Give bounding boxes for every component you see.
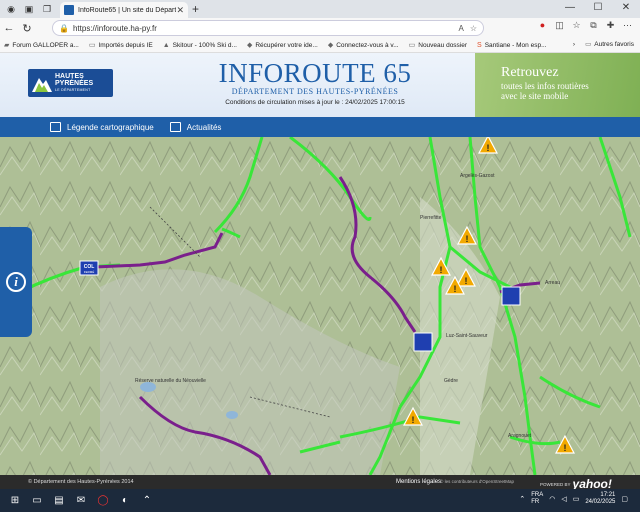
browser-tab-bar: ◉ ▣ ❐ InfoRoute65 | Un site du Départem … (0, 0, 640, 18)
bookmark-icon: ◆ (246, 42, 253, 49)
clock[interactable]: 17:21 24/02/2025 (585, 492, 615, 506)
site-title: INFOROUTE 65 (218, 58, 412, 88)
site-nav: Légende cartographique Actualités (0, 117, 640, 137)
extension-red-icon[interactable]: ● (534, 20, 551, 31)
folder-icon: ▭ (408, 42, 416, 49)
logo-text: HAUTES PYRÉNÉES LE DÉPARTEMENT (55, 72, 94, 92)
extensions-bar: ● ◫ ☆ ⧉ ✚ ⋯ (534, 20, 636, 31)
road-closure-marker[interactable] (501, 286, 521, 306)
collections-icon[interactable]: ⧉ (585, 20, 602, 31)
map-canvas[interactable]: ! Argelès-Gazost Pierrefitte (0, 137, 640, 475)
svg-text:FERMÉ: FERMÉ (84, 269, 95, 274)
edge-icon[interactable]: ◐ (114, 492, 136, 510)
language-indicator[interactable]: FRA FR (531, 492, 543, 506)
site-footer: © Département des Hautes-Pyrénées 2014 M… (0, 475, 640, 491)
window-controls: — ☐ ✕ (556, 0, 640, 16)
folder-icon: ▭ (88, 42, 96, 49)
bookmark-icon: ▲ (162, 41, 170, 49)
calendar-icon (169, 122, 181, 132)
place-label: Réserve naturelle du Néouvielle (135, 378, 206, 384)
bookmark-icon: ▰ (4, 42, 10, 49)
app-icon[interactable]: ⌃ (136, 492, 158, 510)
place-label: Luz-Saint-Sauveur (446, 333, 488, 339)
close-window-icon[interactable]: ✕ (612, 0, 640, 16)
other-favorites[interactable]: › ▭ Autres favoris (573, 40, 634, 49)
refresh-icon[interactable]: ↻ (18, 22, 36, 35)
info-panel-toggle[interactable]: i (0, 227, 32, 337)
lake-shape (226, 411, 238, 419)
update-timestamp: Conditions de circulation mises à jour l… (225, 99, 405, 106)
folder-icon: ▭ (585, 41, 592, 48)
info-icon: i (6, 272, 26, 292)
chevron-right-icon[interactable]: › (573, 41, 575, 48)
bookmark-skitour[interactable]: ▲ Skitour - 100% Ski d... (163, 42, 237, 49)
battery-icon[interactable]: ▭ (573, 495, 580, 503)
lock-icon[interactable]: 🔒 (59, 24, 69, 33)
notification-icon[interactable]: ▢ (621, 495, 628, 503)
place-label: Pierrefitte (420, 215, 442, 221)
book-icon (50, 122, 61, 132)
windows-taskbar: ⊞ ▭ ▤ ✉ ◯ ◐ ⌃ ⌃ FRA FR ◠ ◁ ▭ 17:21 24/02/2… (0, 489, 640, 512)
site-favicon-icon (64, 5, 74, 15)
department-logo[interactable]: HAUTES PYRÉNÉES LE DÉPARTEMENT (28, 69, 113, 97)
bookmark-recuperer[interactable]: ◆ Récupérer votre ide... (246, 41, 318, 50)
settings-menu-icon[interactable]: ⋯ (619, 20, 636, 31)
new-tab-button[interactable]: + (192, 2, 199, 16)
site-branding: INFOROUTE 65 DÉPARTEMENT DES HAUTES-PYRÉ… (200, 58, 430, 106)
col-closed-marker[interactable]: COL FERMÉ (79, 260, 99, 276)
opera-icon[interactable]: ◯ (92, 492, 114, 510)
bookmark-icon: S (477, 41, 482, 49)
mountain-logo-icon (32, 78, 52, 92)
show-hidden-icons-icon[interactable]: ⌃ (519, 495, 525, 503)
close-tab-icon[interactable]: ✕ (176, 5, 184, 16)
place-label: Aragnouet (508, 433, 532, 439)
tab-actions-icon[interactable]: ❐ (40, 2, 54, 16)
road-map[interactable]: ! Argelès-Gazost Pierrefitte (0, 137, 640, 475)
mobile-site-promo[interactable]: Retrouvez toutes les infos routières ave… (475, 53, 640, 117)
volume-icon[interactable]: ◁ (561, 495, 566, 503)
site-header: HAUTES PYRÉNÉES LE DÉPARTEMENT INFOROUTE… (0, 53, 640, 117)
favorite-star-icon[interactable]: ☆ (470, 24, 477, 33)
bookmark-nouveau-dossier[interactable]: ▭ Nouveau dossier (408, 41, 467, 50)
bookmark-icon: ◆ (327, 42, 334, 49)
place-label: Gèdre (444, 378, 458, 384)
extensions-icon[interactable]: ✚ (602, 20, 619, 31)
address-bar[interactable]: 🔒 https://inforoute.ha-py.fr A ☆ (52, 20, 484, 36)
task-view-icon[interactable]: ▭ (26, 492, 48, 510)
file-explorer-icon[interactable]: ▤ (48, 492, 70, 510)
tab-title: InfoRoute65 | Un site du Départem (78, 6, 177, 14)
place-label: Arreau (545, 280, 560, 286)
back-icon[interactable]: ← (0, 22, 18, 34)
start-icon[interactable]: ⊞ (4, 492, 26, 510)
road-closure-marker[interactable] (413, 332, 433, 352)
bookmark-santiane[interactable]: S Santiane - Mon esp... (477, 42, 546, 49)
nav-legend[interactable]: Légende cartographique (50, 122, 154, 132)
split-screen-icon[interactable]: ◫ (551, 20, 568, 31)
favorites-icon[interactable]: ☆ (568, 20, 585, 31)
maximize-icon[interactable]: ☐ (584, 0, 612, 16)
minimize-icon[interactable]: — (556, 0, 584, 16)
read-aloud-icon[interactable]: A (458, 24, 463, 33)
legal-link[interactable]: Mentions légales (396, 479, 441, 485)
profile-icon[interactable]: ◉ (4, 2, 18, 16)
site-subtitle: DÉPARTEMENT DES HAUTES-PYRÉNÉES (231, 87, 399, 96)
nav-news[interactable]: Actualités (169, 122, 221, 132)
bookmark-connectez[interactable]: ◆ Connectez-vous à v... (327, 41, 399, 50)
tab-inforoute[interactable]: InfoRoute65 | Un site du Départem ✕ (60, 2, 188, 18)
workspaces-icon[interactable]: ▣ (22, 2, 36, 16)
wifi-icon[interactable]: ◠ (549, 495, 555, 503)
place-label: Argelès-Gazost (460, 173, 495, 179)
system-tray: ⌃ FRA FR ◠ ◁ ▭ 17:21 24/02/2025 ▢ (519, 492, 634, 506)
osm-attribution[interactable]: © les contributeurs d'OpenStreetMap (440, 479, 514, 484)
copyright-text: © Département des Hautes-Pyrénées 2014 (28, 479, 134, 485)
bookmarks-bar: ▰ Forum GALLOPER a... ▭ Importés depuis IE… (0, 38, 640, 53)
outlook-icon[interactable]: ✉ (70, 492, 92, 510)
bookmark-folder-ie[interactable]: ▭ Importés depuis IE (88, 41, 153, 50)
bookmark-galloper[interactable]: ▰ Forum GALLOPER a... (4, 41, 79, 50)
url-text[interactable]: https://inforoute.ha-py.fr (73, 24, 459, 33)
